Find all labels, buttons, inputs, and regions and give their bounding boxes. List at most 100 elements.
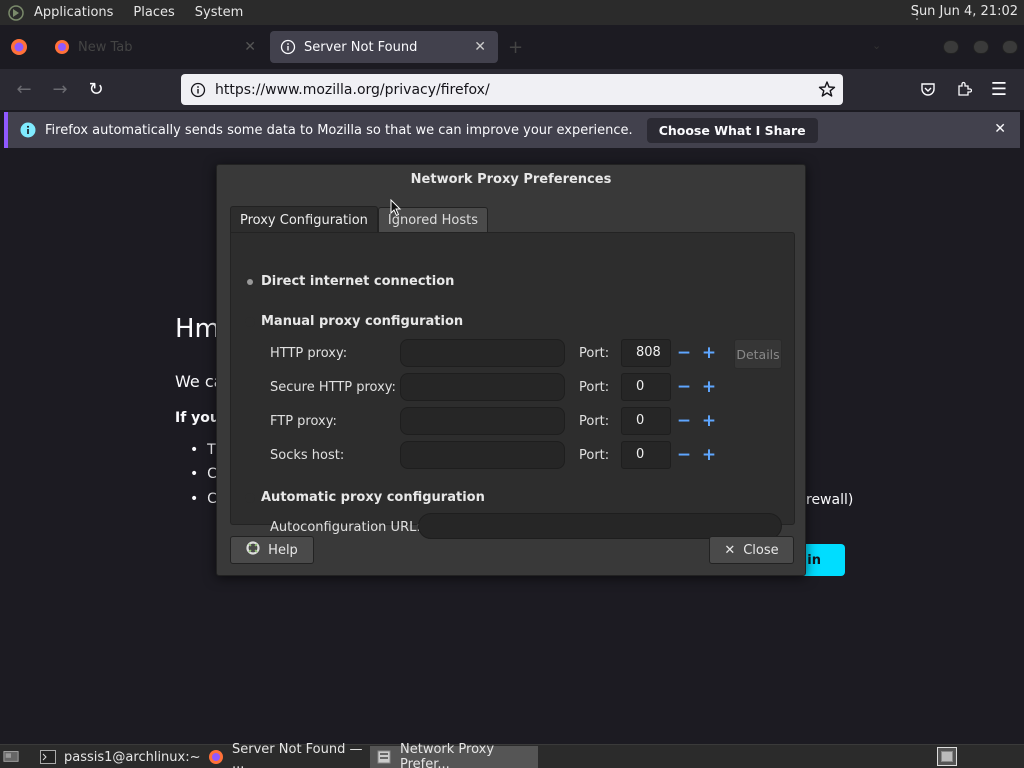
tab-new-tab[interactable]: New Tab ✕	[44, 31, 268, 63]
port-label: Port:	[579, 346, 610, 361]
tab-server-not-found[interactable]: Server Not Found ✕	[270, 31, 498, 63]
navigation-toolbar: ← → ↻ https://www.mozilla.org/privacy/fi…	[0, 69, 1024, 110]
ftp-proxy-input[interactable]	[400, 407, 565, 435]
radio-icon[interactable]	[245, 316, 255, 327]
taskbar-item-network-proxy[interactable]: Network Proxy Prefer...	[370, 742, 538, 768]
close-icon[interactable]: ✕	[244, 39, 256, 55]
places-menu[interactable]: Places	[133, 5, 174, 20]
minimize-button[interactable]	[943, 40, 959, 54]
details-button[interactable]: Details	[734, 339, 782, 369]
tab-label: Server Not Found	[304, 39, 418, 55]
maximize-button[interactable]	[973, 40, 989, 54]
port-label: Port:	[579, 448, 610, 463]
task-label: Server Not Found — ...	[232, 742, 363, 768]
reload-icon[interactable]: ↻	[86, 79, 106, 100]
manual-proxy-radio[interactable]: Manual proxy configuration	[245, 314, 463, 329]
increment-icon[interactable]: +	[701, 411, 717, 431]
increment-icon[interactable]: +	[701, 343, 717, 363]
extensions-icon[interactable]	[954, 79, 974, 99]
close-icon[interactable]: ✕	[994, 121, 1006, 137]
applications-menu[interactable]: Applications	[34, 5, 113, 20]
mouse-cursor-icon	[390, 199, 402, 217]
top-panel: Applications Places System Sun Jun 4, 21…	[0, 0, 1024, 25]
decrement-icon[interactable]: −	[676, 377, 692, 397]
clock[interactable]: Sun Jun 4, 21:02	[911, 4, 1018, 19]
close-window-button[interactable]	[1002, 40, 1018, 54]
ftp-proxy-label: FTP proxy:	[270, 414, 337, 429]
notification-text: Firefox automatically sends some data to…	[45, 122, 633, 138]
dialog-tabs: Proxy Configuration Ignored Hosts	[230, 206, 488, 234]
close-icon[interactable]: ✕	[474, 39, 486, 55]
proxy-configuration-panel: Direct internet connection Manual proxy …	[230, 232, 795, 539]
list-item: • T	[190, 442, 216, 458]
list-item: • C	[190, 491, 217, 507]
close-button[interactable]: ✕ Close	[709, 536, 794, 564]
terminal-icon	[40, 749, 56, 765]
bookmark-star-icon[interactable]	[818, 80, 836, 98]
firefox-view-icon[interactable]	[10, 38, 28, 56]
secure-http-port-input[interactable]: 0	[621, 373, 671, 401]
site-info-icon[interactable]	[190, 82, 206, 98]
decrement-icon[interactable]: −	[676, 411, 692, 431]
decrement-icon[interactable]: −	[676, 343, 692, 363]
browser-tab-bar: New Tab ✕ Server Not Found ✕ + ⌄	[0, 25, 1024, 69]
network-proxy-dialog: Network Proxy Preferences Proxy Configur…	[216, 164, 806, 576]
port-label: Port:	[579, 414, 610, 429]
increment-icon[interactable]: +	[701, 377, 717, 397]
top-menu: Applications Places System	[34, 5, 243, 20]
decrement-icon[interactable]: −	[676, 445, 692, 465]
arch-logo-icon[interactable]	[6, 3, 26, 23]
forward-arrow-icon[interactable]: →	[50, 79, 70, 100]
data-collection-notification: Firefox automatically sends some data to…	[4, 112, 1020, 148]
back-arrow-icon[interactable]: ←	[14, 79, 34, 100]
list-tabs-chevron-icon[interactable]: ⌄	[872, 39, 881, 52]
taskbar-item-terminal[interactable]: passis1@archlinux:~	[34, 746, 201, 768]
firefox-icon	[54, 39, 70, 55]
network-proxy-icon	[376, 749, 392, 765]
radio-label: Automatic proxy configuration	[261, 490, 485, 505]
choose-what-i-share-button[interactable]: Choose What I Share	[646, 117, 818, 143]
hamburger-menu-icon[interactable]: ☰	[989, 79, 1009, 100]
suggestion-heading: If you	[175, 410, 220, 426]
firewall-text: rewall)	[806, 492, 854, 508]
close-label: Close	[743, 542, 779, 558]
error-heading: Hm	[175, 314, 220, 344]
bottom-taskbar: passis1@archlinux:~ Server Not Found — .…	[0, 742, 1024, 768]
new-tab-plus-icon[interactable]: +	[508, 37, 523, 58]
system-menu[interactable]: System	[195, 5, 243, 20]
help-button[interactable]: Help	[230, 536, 314, 564]
pocket-icon[interactable]	[918, 79, 938, 99]
dialog-title: Network Proxy Preferences	[410, 172, 612, 187]
url-bar[interactable]: https://www.mozilla.org/privacy/firefox/	[181, 74, 843, 105]
increment-icon[interactable]: +	[701, 445, 717, 465]
radio-selected-icon[interactable]	[245, 276, 255, 287]
close-icon: ✕	[724, 542, 736, 558]
workspace-switcher[interactable]	[937, 747, 957, 766]
http-port-input[interactable]: 808	[621, 339, 671, 367]
secure-http-proxy-input[interactable]	[400, 373, 565, 401]
ftp-port-input[interactable]: 0	[621, 407, 671, 435]
http-proxy-input[interactable]	[400, 339, 565, 367]
show-desktop-icon[interactable]	[3, 748, 19, 764]
secure-http-proxy-label: Secure HTTP proxy:	[270, 380, 396, 395]
socks-port-input[interactable]: 0	[621, 441, 671, 469]
radio-label: Direct internet connection	[261, 274, 455, 289]
direct-connection-radio[interactable]: Direct internet connection	[245, 274, 454, 289]
help-label: Help	[268, 542, 298, 558]
socks-host-label: Socks host:	[270, 448, 345, 463]
tab-proxy-configuration[interactable]: Proxy Configuration	[230, 206, 378, 233]
http-proxy-label: HTTP proxy:	[270, 346, 348, 361]
automatic-proxy-radio[interactable]: Automatic proxy configuration	[245, 490, 485, 505]
radio-label: Manual proxy configuration	[261, 314, 464, 329]
socks-host-input[interactable]	[400, 441, 565, 469]
taskbar-item-firefox[interactable]: Server Not Found — ...	[202, 742, 364, 768]
url-text[interactable]: https://www.mozilla.org/privacy/firefox/	[215, 82, 490, 98]
autoconfig-url-label: Autoconfiguration URL:	[270, 520, 421, 535]
firefox-icon	[208, 749, 224, 765]
info-icon	[20, 122, 36, 138]
task-label: Network Proxy Prefer...	[400, 742, 495, 768]
tab-label: New Tab	[78, 39, 133, 55]
list-item: • C	[190, 466, 217, 482]
info-icon	[280, 39, 296, 55]
radio-icon[interactable]	[245, 492, 255, 503]
